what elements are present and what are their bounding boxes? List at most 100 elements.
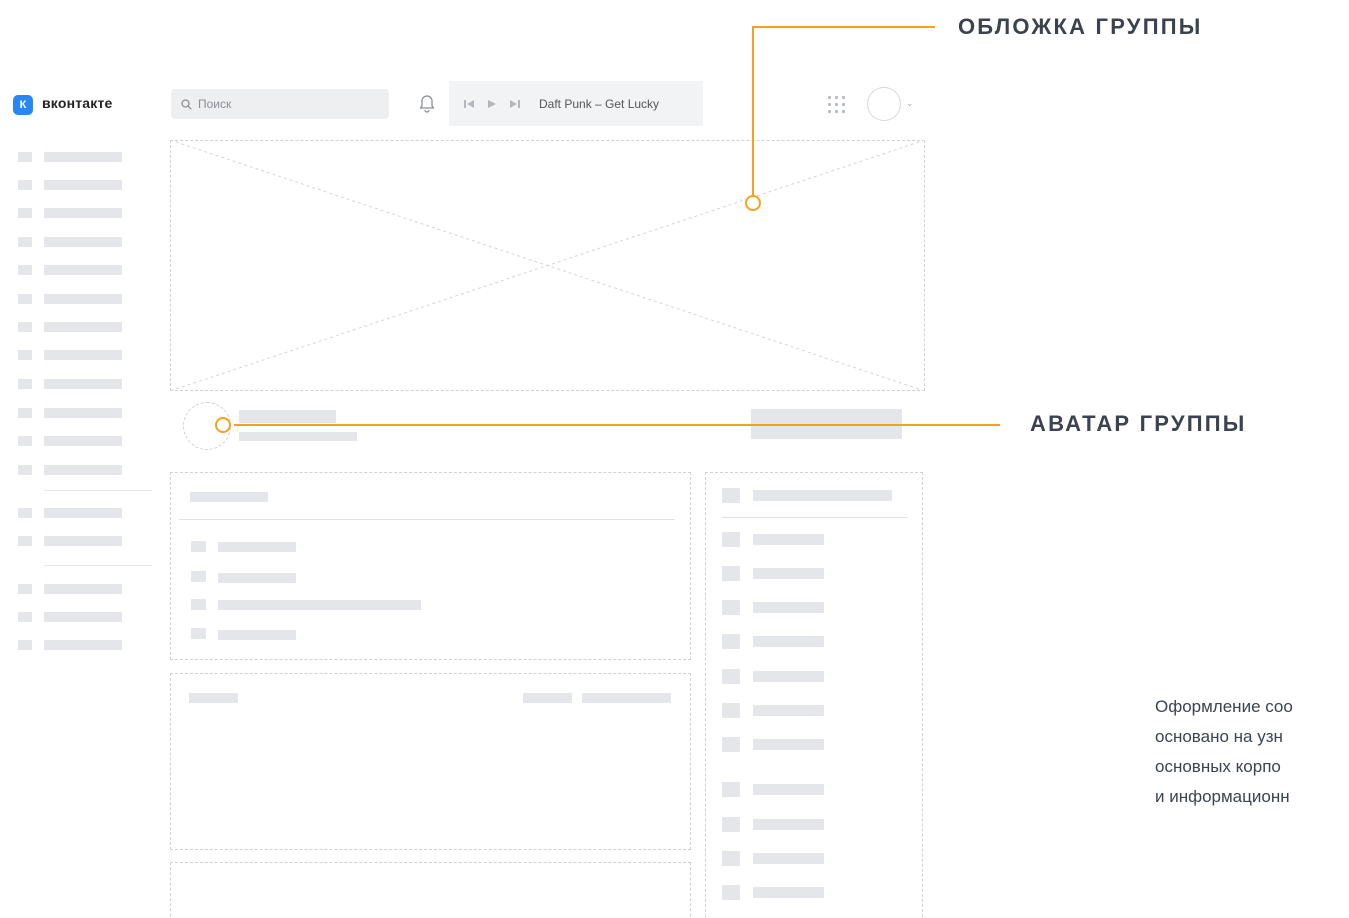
info-block-title-placeholder <box>190 492 268 502</box>
sidebar-item-icon[interactable] <box>18 584 32 594</box>
right-list-item-label[interactable] <box>753 671 824 682</box>
sidebar-item-label[interactable] <box>44 408 122 418</box>
sidebar-item-label[interactable] <box>44 379 122 389</box>
sidebar-item-label[interactable] <box>44 294 122 304</box>
group-name-placeholder <box>239 410 336 423</box>
chevron-down-icon[interactable]: ⌄ <box>906 98 914 109</box>
wall-block <box>170 862 691 918</box>
sidebar-item-icon[interactable] <box>18 350 32 360</box>
cover-cross-lines <box>170 140 925 391</box>
right-list-item-icon[interactable] <box>722 532 740 547</box>
right-list-item-label[interactable] <box>753 534 824 545</box>
sidebar-item-icon[interactable] <box>18 180 32 190</box>
vk-logo-mark: К <box>19 99 27 111</box>
content-block-title-placeholder <box>189 693 238 703</box>
right-list-item-label[interactable] <box>753 602 824 613</box>
sidebar-item-icon[interactable] <box>18 508 32 518</box>
sidebar-item-label[interactable] <box>44 208 122 218</box>
sidebar-item-icon[interactable] <box>18 612 32 622</box>
cover-annotation-line <box>752 26 935 28</box>
play-icon[interactable] <box>487 99 497 109</box>
skip-next-icon[interactable] <box>509 99 521 109</box>
sidebar-item-label[interactable] <box>44 536 122 546</box>
right-list-item-icon[interactable] <box>722 782 740 797</box>
sidebar-item-icon[interactable] <box>18 152 32 162</box>
sidebar-item-label[interactable] <box>44 322 122 332</box>
avatar-annotation-dot <box>215 417 231 433</box>
bell-icon[interactable] <box>418 93 436 113</box>
right-list-item-icon[interactable] <box>722 566 740 581</box>
sidebar-item-icon[interactable] <box>18 294 32 304</box>
info-row-icon <box>191 571 206 582</box>
sidebar-divider <box>44 490 152 491</box>
description-line: основано на узн <box>1155 727 1283 746</box>
info-row-text <box>218 542 296 552</box>
sidebar-item-label[interactable] <box>44 436 122 446</box>
sidebar-item-icon[interactable] <box>18 237 32 247</box>
track-title: Daft Punk – Get Lucky <box>539 96 660 111</box>
sidebar-item-icon[interactable] <box>18 208 32 218</box>
sidebar-item-label[interactable] <box>44 584 122 594</box>
right-list-item-label[interactable] <box>753 853 824 864</box>
sidebar-item-label[interactable] <box>44 508 122 518</box>
right-list-item-label[interactable] <box>753 705 824 716</box>
right-list-item-icon[interactable] <box>722 851 740 866</box>
right-column-header-text <box>753 490 892 501</box>
search-placeholder: Поиск <box>198 97 232 111</box>
right-list-item-label[interactable] <box>753 784 824 795</box>
sidebar-item-label[interactable] <box>44 180 122 190</box>
avatar-annotation-line <box>234 424 1000 426</box>
cover-annotation-label: ОБЛОЖКА ГРУППЫ <box>958 14 1203 39</box>
avatar-annotation-label: АВАТАР ГРУППЫ <box>1030 411 1247 436</box>
vk-logo-icon[interactable]: К <box>13 95 33 115</box>
user-avatar[interactable] <box>867 87 901 121</box>
sidebar-item-icon[interactable] <box>18 465 32 475</box>
sidebar-item-label[interactable] <box>44 350 122 360</box>
right-list-item-icon[interactable] <box>722 703 740 718</box>
right-list-item-icon[interactable] <box>722 634 740 649</box>
sidebar-item-icon[interactable] <box>18 322 32 332</box>
apps-grid-icon[interactable] <box>828 96 845 113</box>
sidebar-item-icon[interactable] <box>18 408 32 418</box>
info-row-text <box>218 600 421 610</box>
info-row-icon <box>191 599 206 610</box>
sidebar-item-icon[interactable] <box>18 265 32 275</box>
sidebar-item-label[interactable] <box>44 265 122 275</box>
sidebar-item-label[interactable] <box>44 237 122 247</box>
info-row-icon <box>191 628 206 639</box>
sidebar-item-icon[interactable] <box>18 536 32 546</box>
sidebar-item-icon[interactable] <box>18 436 32 446</box>
sidebar-item-icon[interactable] <box>18 379 32 389</box>
content-block-tab-placeholder[interactable] <box>582 693 671 703</box>
description-line: и информационн <box>1155 787 1290 806</box>
vk-logo-text[interactable]: вконтакте <box>42 95 113 111</box>
sidebar-item-label[interactable] <box>44 152 122 162</box>
audio-player[interactable]: Daft Punk – Get Lucky <box>449 81 703 126</box>
skip-previous-icon[interactable] <box>463 99 475 109</box>
content-block-tab-placeholder[interactable] <box>523 693 572 703</box>
right-list-item-icon[interactable] <box>722 817 740 832</box>
right-list-item-icon[interactable] <box>722 600 740 615</box>
right-list-item-label[interactable] <box>753 568 824 579</box>
description-line: основных корпо <box>1155 757 1281 776</box>
right-column-header-icon <box>722 488 740 503</box>
search-icon <box>181 98 192 110</box>
right-list-item-icon[interactable] <box>722 737 740 752</box>
right-list-item-icon[interactable] <box>722 669 740 684</box>
right-list-item-label[interactable] <box>753 636 824 647</box>
info-block-divider <box>179 519 675 520</box>
right-list-item-label[interactable] <box>753 739 824 750</box>
info-row-text <box>218 573 296 583</box>
sidebar-divider <box>44 565 152 566</box>
info-row-text <box>218 630 296 640</box>
sidebar-item-icon[interactable] <box>18 640 32 650</box>
description-line: Оформление соо <box>1155 697 1293 716</box>
sidebar-item-label[interactable] <box>44 612 122 622</box>
sidebar-item-label[interactable] <box>44 640 122 650</box>
right-list-item-icon[interactable] <box>722 885 740 900</box>
search-input[interactable]: Поиск <box>171 89 389 119</box>
cover-annotation-line <box>752 26 754 196</box>
right-list-item-label[interactable] <box>753 819 824 830</box>
right-list-item-label[interactable] <box>753 887 824 898</box>
sidebar-item-label[interactable] <box>44 465 122 475</box>
